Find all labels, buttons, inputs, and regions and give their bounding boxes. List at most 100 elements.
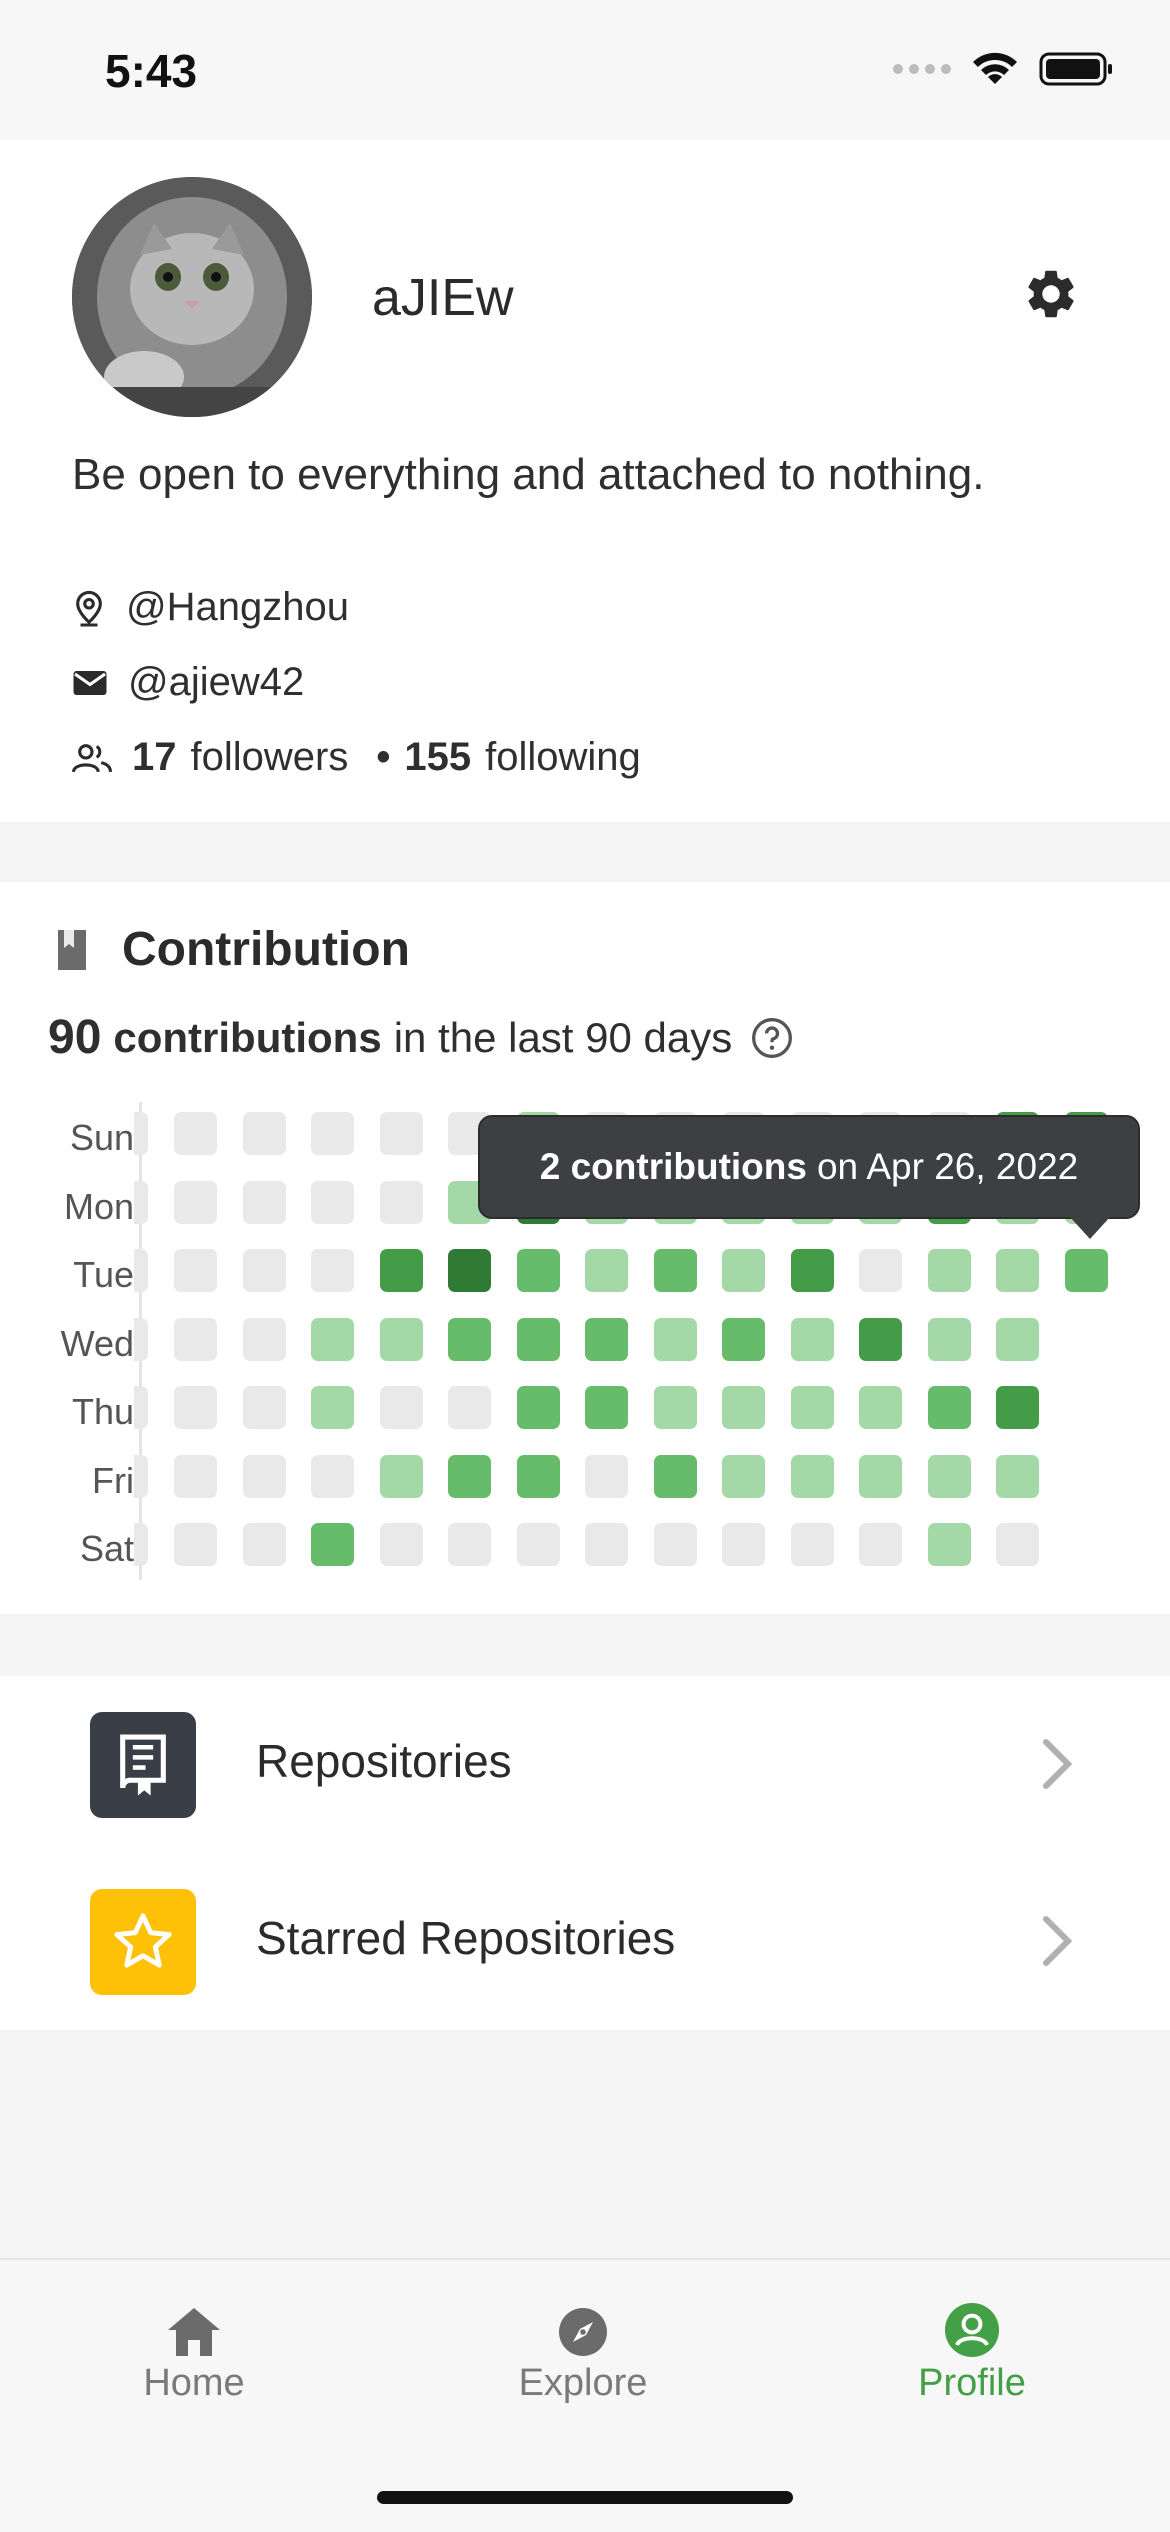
contribution-title: Contribution xyxy=(122,923,410,976)
contribution-cell[interactable] xyxy=(311,1112,354,1155)
contribution-cell[interactable] xyxy=(448,1454,491,1498)
contribution-cell[interactable] xyxy=(242,1386,286,1429)
contribution-cell[interactable] xyxy=(174,1454,217,1498)
contribution-cell[interactable] xyxy=(516,1317,560,1361)
contribution-cell[interactable] xyxy=(859,1317,902,1361)
contribution-cell[interactable] xyxy=(174,1523,217,1566)
contribution-cell[interactable] xyxy=(722,1523,765,1566)
contribution-cell[interactable] xyxy=(379,1317,423,1361)
contribution-cell[interactable] xyxy=(653,1317,697,1361)
followers-label[interactable]: followers xyxy=(191,735,349,780)
contribution-cell[interactable] xyxy=(174,1249,217,1292)
nav-label-home: Home xyxy=(143,2362,245,2404)
contribution-cell[interactable] xyxy=(242,1454,286,1498)
contribution-cell[interactable] xyxy=(790,1249,834,1292)
contribution-cell[interactable] xyxy=(242,1180,286,1224)
cat-avatar-image xyxy=(72,177,312,417)
contribution-cell[interactable] xyxy=(311,1249,354,1292)
contribution-cell[interactable] xyxy=(1064,1249,1108,1292)
contribution-cell[interactable] xyxy=(927,1454,971,1498)
contribution-cell[interactable] xyxy=(379,1112,423,1155)
menu-item-repositories[interactable]: Repositories xyxy=(0,1676,1170,1853)
contribution-cell[interactable] xyxy=(311,1317,354,1361)
menu-label-repositories: Repositories xyxy=(256,1735,512,1787)
contribution-tooltip: 2 contributions on Apr 26, 2022 xyxy=(478,1115,1140,1219)
contribution-cell[interactable] xyxy=(448,1317,491,1361)
help-icon[interactable] xyxy=(750,1016,794,1060)
contribution-cell[interactable] xyxy=(996,1386,1039,1429)
contribution-cell[interactable] xyxy=(996,1317,1039,1361)
contribution-cell[interactable] xyxy=(927,1386,971,1429)
contribution-cell[interactable] xyxy=(311,1386,354,1429)
contribution-cell[interactable] xyxy=(311,1180,354,1224)
contribution-cell[interactable] xyxy=(379,1523,423,1566)
nav-home[interactable]: Home xyxy=(94,2300,294,2405)
contribution-cell[interactable] xyxy=(927,1523,971,1566)
contribution-cell[interactable] xyxy=(448,1249,491,1292)
contribution-cell[interactable] xyxy=(790,1454,834,1498)
contribution-cell[interactable] xyxy=(859,1249,902,1292)
contribution-cell[interactable] xyxy=(311,1454,354,1498)
contribution-cell[interactable] xyxy=(790,1386,834,1429)
email-text[interactable]: @ajiew42 xyxy=(128,660,304,705)
contribution-cell[interactable] xyxy=(585,1386,628,1429)
day-label: Wed xyxy=(60,1322,134,1364)
nav-profile[interactable]: Profile xyxy=(872,2300,1072,2405)
contribution-cell[interactable] xyxy=(790,1317,834,1361)
contribution-cell[interactable] xyxy=(379,1249,423,1292)
contribution-cell[interactable] xyxy=(996,1249,1039,1292)
contribution-cell[interactable] xyxy=(379,1454,423,1498)
contribution-cell[interactable] xyxy=(174,1112,217,1155)
contribution-cell[interactable] xyxy=(790,1523,834,1566)
contribution-cell[interactable] xyxy=(516,1523,560,1566)
contribution-cell[interactable] xyxy=(722,1249,765,1292)
contribution-cell[interactable] xyxy=(242,1112,286,1155)
contribution-cell[interactable] xyxy=(859,1386,902,1429)
contribution-cell[interactable] xyxy=(311,1523,354,1566)
contribution-cell[interactable] xyxy=(242,1317,286,1361)
chevron-right-icon xyxy=(1043,1916,1073,1966)
contribution-cell[interactable] xyxy=(859,1454,902,1498)
followers-count[interactable]: 17 xyxy=(132,735,177,780)
star-icon xyxy=(114,1913,172,1968)
contribution-cell[interactable] xyxy=(242,1523,286,1566)
contribution-cell[interactable] xyxy=(722,1317,765,1361)
contribution-count: 90 xyxy=(48,1011,102,1064)
contribution-cell[interactable] xyxy=(585,1317,628,1361)
contribution-cell[interactable] xyxy=(174,1180,217,1224)
contribution-cell[interactable] xyxy=(585,1249,628,1292)
status-icons xyxy=(893,50,1115,88)
contribution-cell[interactable] xyxy=(653,1386,697,1429)
following-count[interactable]: 155 xyxy=(404,735,471,780)
contribution-cell[interactable] xyxy=(996,1523,1039,1566)
contribution-cell[interactable] xyxy=(653,1454,697,1498)
following-label[interactable]: following xyxy=(485,735,641,780)
contribution-cell[interactable] xyxy=(379,1180,423,1224)
follow-row: 17 followers • 155 following xyxy=(72,735,641,780)
contribution-cell[interactable] xyxy=(379,1386,423,1429)
settings-button[interactable] xyxy=(1022,265,1080,323)
contribution-cell[interactable] xyxy=(653,1249,697,1292)
contribution-cell[interactable] xyxy=(722,1454,765,1498)
contribution-cell[interactable] xyxy=(516,1386,560,1429)
avatar[interactable] xyxy=(72,177,312,417)
contribution-cell[interactable] xyxy=(927,1317,971,1361)
contribution-cell[interactable] xyxy=(722,1386,765,1429)
contribution-cell[interactable] xyxy=(448,1523,491,1566)
nav-explore[interactable]: Explore xyxy=(483,2300,683,2405)
contribution-cell[interactable] xyxy=(585,1454,628,1498)
contribution-cell[interactable] xyxy=(174,1386,217,1429)
contribution-cell[interactable] xyxy=(448,1386,491,1429)
contribution-cell[interactable] xyxy=(174,1317,217,1361)
contribution-cell[interactable] xyxy=(585,1523,628,1566)
contribution-cell[interactable] xyxy=(242,1249,286,1292)
contribution-cell[interactable] xyxy=(927,1249,971,1292)
contribution-cell[interactable] xyxy=(653,1523,697,1566)
menu-item-starred[interactable]: Starred Repositories xyxy=(0,1853,1170,2030)
contribution-cell[interactable] xyxy=(516,1249,560,1292)
contribution-cell[interactable] xyxy=(859,1523,902,1566)
contribution-cell[interactable] xyxy=(516,1454,560,1498)
day-labels: Sun Mon Tue Wed Thu Fri Sat xyxy=(48,1104,134,1584)
contribution-cell[interactable] xyxy=(996,1454,1039,1498)
location-pin-icon xyxy=(76,590,102,627)
